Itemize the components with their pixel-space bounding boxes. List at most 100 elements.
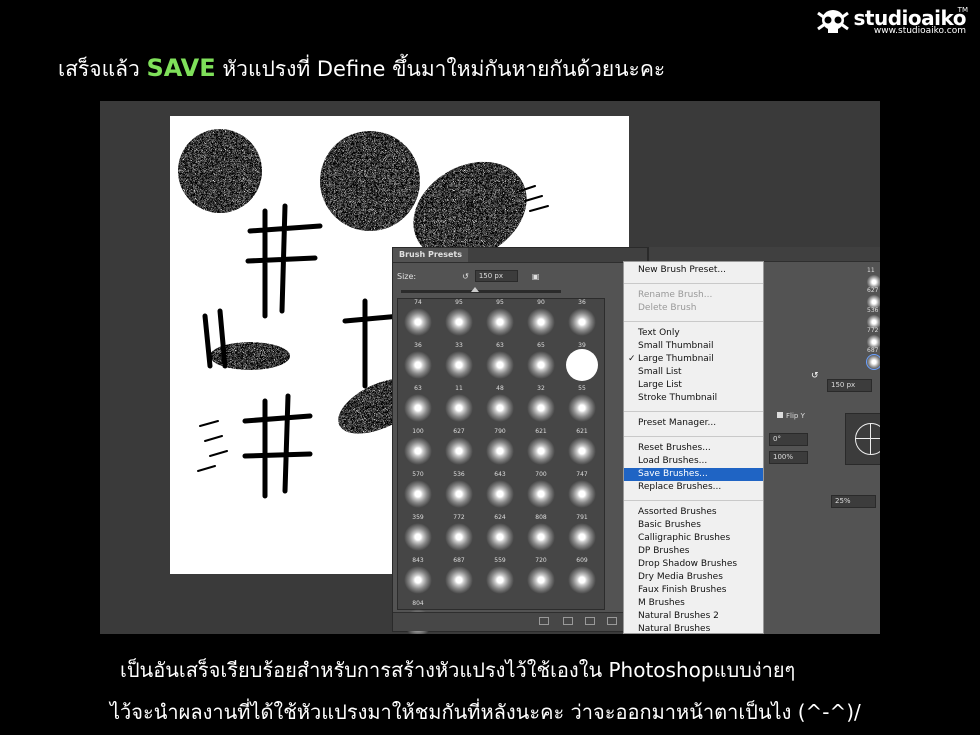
brush-thumbnail <box>486 480 514 508</box>
brush-thumbnail <box>445 437 473 465</box>
settings-brush-size: 11 <box>867 267 875 274</box>
brush-preset-cell[interactable]: 559 <box>480 557 520 599</box>
menu-item-label: Delete Brush <box>638 303 697 313</box>
brush-preset-cell[interactable]: 790 <box>480 428 520 470</box>
brush-preset-cell[interactable]: 36 <box>562 299 602 341</box>
brush-preset-cell[interactable]: 32 <box>521 385 561 427</box>
roundness-input[interactable]: 100% <box>769 451 808 464</box>
menu-item[interactable]: Save Brushes... <box>624 468 763 481</box>
brush-preset-cell[interactable]: 624 <box>480 514 520 556</box>
brush-preset-cell[interactable]: 36 <box>398 342 438 384</box>
brush-preset-cell[interactable]: 63 <box>398 385 438 427</box>
spacing-input[interactable]: 25% <box>831 495 876 508</box>
brush-preset-size: 772 <box>453 514 465 521</box>
brush-angle-widget[interactable] <box>845 413 880 465</box>
menu-item[interactable]: Calligraphic Brushes <box>624 532 763 545</box>
brush-preset-cell[interactable]: 570 <box>398 471 438 513</box>
menu-item[interactable]: Basic Brushes <box>624 519 763 532</box>
brush-preset-cell[interactable]: 687 <box>439 557 479 599</box>
brush-preset-size: 48 <box>496 385 504 392</box>
menu-item-label: Reset Brushes... <box>638 443 711 453</box>
brush-preset-cell[interactable]: 100 <box>398 428 438 470</box>
menu-item-label: M Brushes <box>638 598 685 608</box>
brush-preset-size: 55 <box>578 385 586 392</box>
menu-item[interactable]: Natural Brushes <box>624 623 763 633</box>
size-label: Size: <box>397 271 417 281</box>
flip-y-box[interactable] <box>777 412 783 418</box>
new-preset-icon[interactable] <box>585 617 595 625</box>
tab-brush-presets[interactable]: Brush Presets <box>393 248 468 262</box>
menu-item[interactable]: ✓ Large Thumbnail <box>624 353 763 366</box>
brush-preset-cell[interactable]: 90 <box>521 299 561 341</box>
brush-preset-cell[interactable]: 65 <box>521 342 561 384</box>
menu-item-label: Faux Finish Brushes <box>638 585 727 595</box>
brush-preset-cell[interactable]: 63 <box>480 342 520 384</box>
toggle-panel-icon[interactable] <box>539 617 549 625</box>
brush-preset-cell[interactable]: 359 <box>398 514 438 556</box>
menu-item[interactable]: DP Brushes <box>624 545 763 558</box>
size-input[interactable]: 150 px <box>474 270 518 282</box>
menu-item[interactable]: Assorted Brushes <box>624 506 763 519</box>
brush-preset-cell[interactable]: 74 <box>398 299 438 341</box>
menu-item[interactable]: New Brush Preset... <box>624 264 763 277</box>
brush-preset-size: 63 <box>414 385 422 392</box>
flip-y-checkbox[interactable]: Flip Y <box>777 412 805 420</box>
brush-preset-cell[interactable]: 55 <box>562 385 602 427</box>
menu-item[interactable]: Text Only <box>624 327 763 340</box>
brush-preset-cell[interactable]: 39 <box>562 342 602 384</box>
settings-size-input[interactable]: 150 px <box>827 379 872 392</box>
brush-preset-cell[interactable]: 791 <box>562 514 602 556</box>
brush-thumbnail <box>566 349 598 381</box>
size-slider-knob[interactable] <box>471 287 479 292</box>
brush-preset-cell[interactable]: 643 <box>480 471 520 513</box>
brush-preset-cell[interactable]: 808 <box>521 514 561 556</box>
brush-preset-cell[interactable]: 747 <box>562 471 602 513</box>
brush-preset-cell[interactable]: 11 <box>439 385 479 427</box>
reset-size-icon-2[interactable]: ↺ <box>811 371 819 381</box>
brush-preset-cell[interactable]: 95 <box>439 299 479 341</box>
brush-preset-size: 720 <box>535 557 547 564</box>
brush-panel-icon[interactable]: ▣ <box>532 272 540 281</box>
settings-brush-thumbnail[interactable] <box>866 354 880 370</box>
menu-item[interactable]: Dry Media Brushes <box>624 571 763 584</box>
brush-thumbnail <box>568 437 596 465</box>
brush-preset-size: 700 <box>535 471 547 478</box>
trash-icon[interactable] <box>607 617 617 625</box>
brush-preset-size: 609 <box>576 557 588 564</box>
brush-preset-cell[interactable]: 772 <box>439 514 479 556</box>
angle-h-line <box>855 438 880 439</box>
angle-input[interactable]: 0° <box>769 433 808 446</box>
create-brush-icon[interactable] <box>563 617 573 625</box>
brush-preset-cell[interactable]: 536 <box>439 471 479 513</box>
menu-item[interactable]: Faux Finish Brushes <box>624 584 763 597</box>
brush-preset-cell[interactable]: 621 <box>562 428 602 470</box>
menu-item[interactable]: Small List <box>624 366 763 379</box>
menu-item[interactable]: Small Thumbnail <box>624 340 763 353</box>
brush-preset-cell[interactable]: 627 <box>439 428 479 470</box>
menu-item[interactable]: Stroke Thumbnail <box>624 392 763 405</box>
reset-size-icon[interactable]: ↺ <box>462 272 469 281</box>
menu-item[interactable]: Large List <box>624 379 763 392</box>
brush-preset-cell[interactable]: 95 <box>480 299 520 341</box>
menu-separator <box>624 321 763 322</box>
brush-preset-cell[interactable]: 843 <box>398 557 438 599</box>
brush-preset-cell[interactable]: 609 <box>562 557 602 599</box>
brush-preset-cell[interactable]: 33 <box>439 342 479 384</box>
size-slider[interactable] <box>401 287 561 293</box>
menu-item-label: Basic Brushes <box>638 520 701 530</box>
brush-presets-footer <box>393 612 647 631</box>
brush-preset-cell[interactable]: 720 <box>521 557 561 599</box>
menu-item[interactable]: Preset Manager... <box>624 417 763 430</box>
brush-preset-cell[interactable]: 48 <box>480 385 520 427</box>
brush-thumbnail <box>527 308 555 336</box>
brush-preset-cell[interactable]: 700 <box>521 471 561 513</box>
menu-item[interactable]: M Brushes <box>624 597 763 610</box>
menu-item[interactable]: Drop Shadow Brushes <box>624 558 763 571</box>
menu-item-label: Large List <box>638 380 682 390</box>
menu-item[interactable]: Replace Brushes... <box>624 481 763 494</box>
brush-thumbnail <box>527 437 555 465</box>
menu-item[interactable]: Reset Brushes... <box>624 442 763 455</box>
menu-item[interactable]: Load Brushes... <box>624 455 763 468</box>
menu-item[interactable]: Natural Brushes 2 <box>624 610 763 623</box>
brush-preset-cell[interactable]: 621 <box>521 428 561 470</box>
